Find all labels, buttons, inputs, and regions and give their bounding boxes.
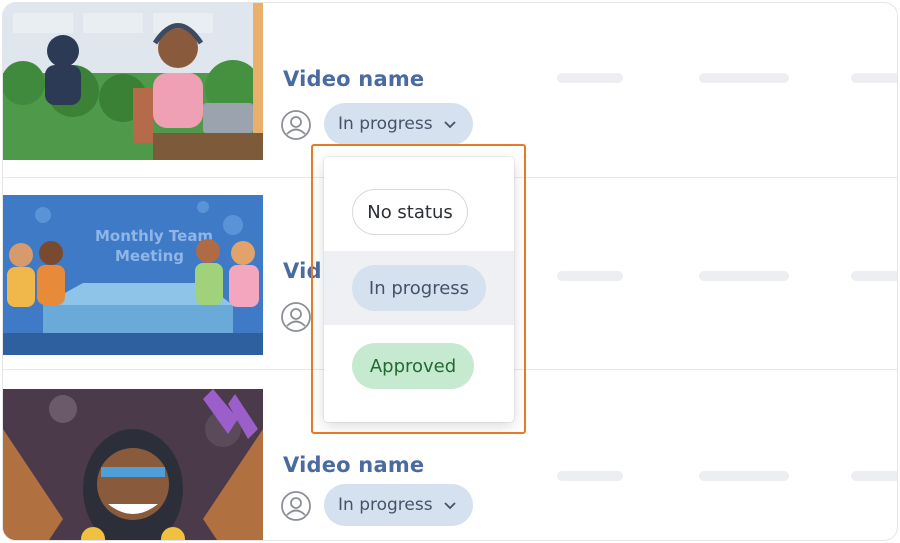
status-dropdown[interactable]: In progress: [324, 484, 473, 526]
placeholder-bar: [699, 73, 789, 83]
user-icon[interactable]: [280, 301, 312, 333]
placeholder-bar: [557, 271, 623, 281]
placeholder-bar: [557, 73, 623, 83]
video-thumbnail[interactable]: Monthly Team Meeting: [3, 195, 263, 355]
placeholder-bar: [851, 471, 897, 481]
menu-item-approved[interactable]: Approved: [324, 329, 514, 403]
user-icon[interactable]: [280, 490, 312, 522]
status-chip-approved[interactable]: Approved: [352, 343, 474, 389]
video-thumbnail[interactable]: [3, 3, 263, 160]
video-name[interactable]: Vid: [283, 259, 322, 283]
video-name[interactable]: Video name: [283, 453, 424, 477]
status-chip-in-progress[interactable]: In progress: [352, 265, 486, 311]
status-menu: No status In progress Approved: [324, 157, 514, 422]
chevron-down-icon: [443, 502, 456, 510]
menu-item-in-progress[interactable]: In progress: [324, 251, 514, 325]
video-name[interactable]: Video name: [283, 67, 424, 91]
placeholder-bar: [699, 471, 789, 481]
status-label: In progress: [338, 495, 433, 515]
user-icon[interactable]: [280, 109, 312, 141]
video-list: Video name In progress Monthly Team Meet…: [2, 2, 898, 541]
thumbnail-title-line2: Meeting: [115, 247, 184, 265]
thumbnail-title-line1: Monthly Team: [95, 227, 213, 245]
video-thumbnail[interactable]: [3, 389, 263, 540]
video-row[interactable]: Video name In progress: [3, 3, 897, 163]
chevron-down-icon: [443, 121, 456, 129]
placeholder-bar: [851, 73, 897, 83]
status-dropdown[interactable]: In progress: [324, 103, 473, 145]
placeholder-bar: [851, 271, 897, 281]
menu-item-no-status[interactable]: No status: [324, 175, 514, 249]
status-label: In progress: [338, 114, 433, 134]
status-chip-no-status[interactable]: No status: [352, 189, 468, 235]
placeholder-bar: [557, 471, 623, 481]
placeholder-bar: [699, 271, 789, 281]
